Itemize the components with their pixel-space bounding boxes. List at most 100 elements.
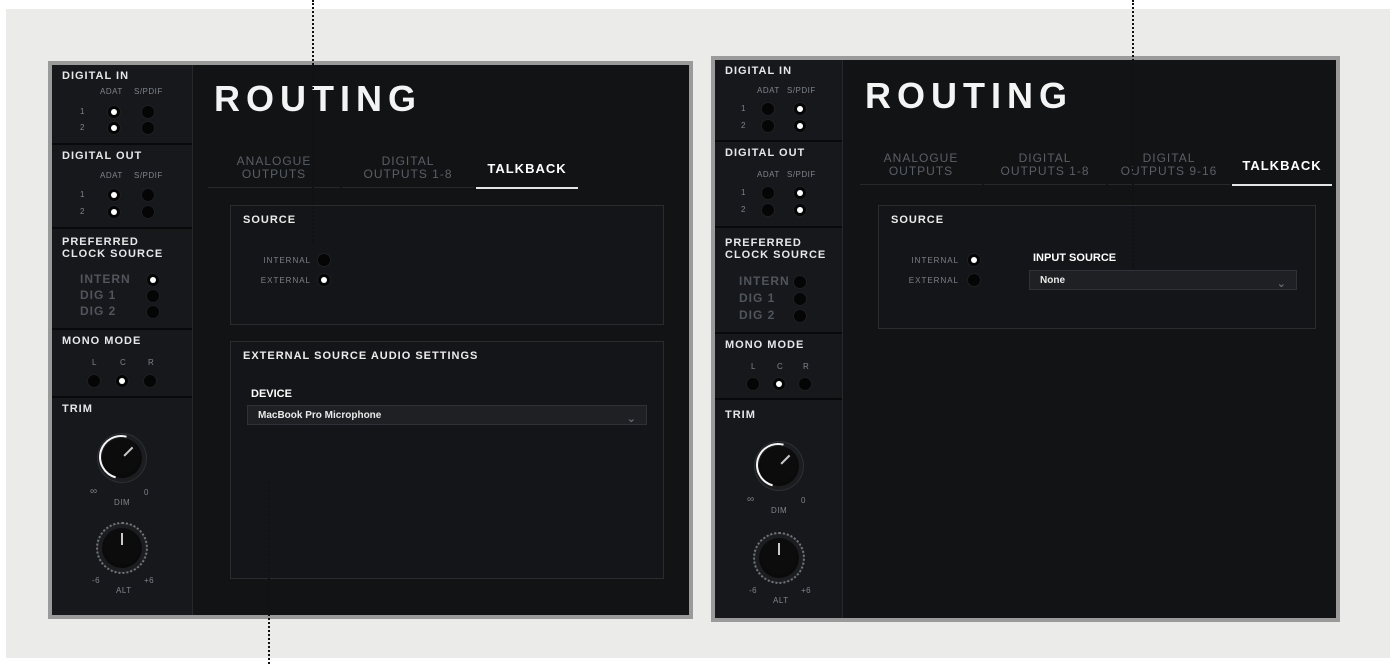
source-box: SOURCE INTERNAL EXTERNAL bbox=[230, 205, 664, 325]
mono-c-radio[interactable] bbox=[772, 377, 786, 391]
dim-label: DIM bbox=[114, 498, 131, 507]
page-title: ROUTING bbox=[214, 78, 422, 119]
mono-c-radio[interactable] bbox=[115, 374, 129, 388]
alt-knob[interactable] bbox=[753, 532, 805, 584]
sidebar: DIGITAL IN ADAT S/PDIF 1 2 DIGITAL OUT A… bbox=[715, 60, 843, 618]
external-radio[interactable] bbox=[317, 273, 331, 287]
sidebar: DIGITAL IN ADAT S/PDIF 1 2 DIGITAL OUT A… bbox=[52, 65, 193, 615]
digital-out-1-adat-radio[interactable] bbox=[107, 188, 121, 202]
device-select-value: MacBook Pro Microphone bbox=[258, 410, 382, 421]
digital-in-section: DIGITAL IN ADAT S/PDIF 1 2 bbox=[52, 65, 192, 145]
row-1-label: 1 bbox=[741, 188, 746, 197]
mono-l-label: L bbox=[92, 358, 97, 367]
external-settings-title: EXTERNAL SOURCE AUDIO SETTINGS bbox=[243, 350, 479, 362]
digital-in-1-adat-radio[interactable] bbox=[107, 105, 121, 119]
mono-mode-section: MONO MODE L C R bbox=[715, 334, 842, 400]
digital-out-2-adat-radio[interactable] bbox=[761, 203, 775, 217]
digital-out-1-spdif-radio[interactable] bbox=[793, 186, 807, 200]
tab-digital-outputs-9-16[interactable]: DIGITAL OUTPUTS 9-16 bbox=[1108, 146, 1230, 185]
input-source-value: None bbox=[1040, 275, 1065, 286]
trim-title: TRIM bbox=[725, 409, 756, 421]
mono-mode-title: MONO MODE bbox=[62, 335, 142, 347]
clock-dig2-label: DIG 2 bbox=[739, 308, 776, 322]
clock-title-line1: PREFERRED bbox=[62, 236, 139, 248]
external-label: EXTERNAL bbox=[908, 276, 959, 285]
row-1-label: 1 bbox=[80, 190, 85, 199]
dim-max-label: 0 bbox=[801, 496, 806, 505]
clock-title-line2: CLOCK SOURCE bbox=[62, 248, 164, 260]
tab-talkback[interactable]: TALKBACK bbox=[476, 149, 578, 189]
mono-r-radio[interactable] bbox=[798, 377, 812, 391]
digital-out-1-spdif-radio[interactable] bbox=[141, 188, 155, 202]
clock-intern-radio[interactable] bbox=[793, 275, 807, 289]
digital-out-2-spdif-radio[interactable] bbox=[793, 203, 807, 217]
digital-in-2-adat-radio[interactable] bbox=[761, 119, 775, 133]
spdif-label: S/PDIF bbox=[134, 171, 163, 180]
row-1-label: 1 bbox=[741, 104, 746, 113]
digital-out-1-adat-radio[interactable] bbox=[761, 186, 775, 200]
trim-title: TRIM bbox=[62, 403, 93, 415]
digital-in-section: DIGITAL IN ADAT S/PDIF 1 2 bbox=[715, 60, 842, 142]
row-2-label: 2 bbox=[741, 205, 746, 214]
device-label: DEVICE bbox=[251, 388, 292, 400]
external-radio[interactable] bbox=[967, 273, 981, 287]
mono-r-radio[interactable] bbox=[143, 374, 157, 388]
callout-line-right bbox=[1132, 0, 1134, 268]
dim-label: DIM bbox=[771, 506, 788, 515]
tab-analogue-outputs[interactable]: ANALOGUE OUTPUTS bbox=[208, 149, 340, 188]
digital-in-1-spdif-radio[interactable] bbox=[141, 105, 155, 119]
digital-in-1-spdif-radio[interactable] bbox=[793, 102, 807, 116]
clock-intern-radio[interactable] bbox=[146, 273, 160, 287]
alt-max-label: +6 bbox=[144, 576, 155, 585]
digital-in-2-spdif-radio[interactable] bbox=[141, 121, 155, 135]
routing-panel-left: DIGITAL IN ADAT S/PDIF 1 2 DIGITAL OUT A… bbox=[48, 61, 693, 619]
tab-talkback[interactable]: TALKBACK bbox=[1232, 146, 1332, 186]
clock-dig2-radio[interactable] bbox=[146, 305, 160, 319]
clock-source-section: PREFERRED CLOCK SOURCE INTERN DIG 1 DIG … bbox=[715, 228, 842, 334]
clock-dig2-radio[interactable] bbox=[793, 309, 807, 323]
callout-line-left-bottom bbox=[268, 482, 270, 664]
clock-title-line1: PREFERRED bbox=[725, 237, 802, 249]
clock-dig1-label: DIG 1 bbox=[739, 291, 776, 305]
clock-source-section: PREFERRED CLOCK SOURCE INTERN DIG 1 DIG … bbox=[52, 229, 192, 330]
input-source-label: INPUT SOURCE bbox=[1033, 252, 1117, 264]
input-source-select[interactable]: None ⌄ bbox=[1029, 270, 1297, 290]
panel-inner: DIGITAL IN ADAT S/PDIF 1 2 DIGITAL OUT A… bbox=[52, 65, 689, 615]
internal-radio[interactable] bbox=[967, 253, 981, 267]
adat-label: ADAT bbox=[100, 171, 123, 180]
digital-in-2-spdif-radio[interactable] bbox=[793, 119, 807, 133]
digital-out-2-spdif-radio[interactable] bbox=[141, 205, 155, 219]
clock-intern-label: INTERN bbox=[739, 274, 790, 288]
digital-out-section: DIGITAL OUT ADAT S/PDIF 1 2 bbox=[52, 145, 192, 229]
digital-in-2-adat-radio[interactable] bbox=[107, 121, 121, 135]
digital-out-title: DIGITAL OUT bbox=[725, 147, 806, 159]
device-select[interactable]: MacBook Pro Microphone ⌄ bbox=[247, 405, 647, 425]
row-2-label: 2 bbox=[741, 121, 746, 130]
alt-label: ALT bbox=[116, 586, 132, 595]
internal-label: INTERNAL bbox=[911, 256, 959, 265]
source-title: SOURCE bbox=[243, 214, 297, 226]
clock-dig1-radio[interactable] bbox=[146, 289, 160, 303]
dim-min-label: ∞ bbox=[747, 494, 755, 505]
panel-inner: DIGITAL IN ADAT S/PDIF 1 2 DIGITAL OUT A… bbox=[715, 60, 1336, 618]
digital-in-1-adat-radio[interactable] bbox=[761, 102, 775, 116]
tab-analogue-outputs[interactable]: ANALOGUE OUTPUTS bbox=[860, 146, 982, 185]
dim-knob[interactable] bbox=[102, 438, 142, 478]
mono-c-label: C bbox=[120, 358, 127, 367]
adat-label: ADAT bbox=[100, 87, 123, 96]
row-1-label: 1 bbox=[80, 107, 85, 116]
tab-digital-outputs-1-8[interactable]: DIGITAL OUTPUTS 1-8 bbox=[984, 146, 1106, 185]
alt-knob[interactable] bbox=[96, 522, 148, 574]
row-2-label: 2 bbox=[80, 123, 85, 132]
mono-l-radio[interactable] bbox=[746, 377, 760, 391]
digital-out-2-adat-radio[interactable] bbox=[107, 205, 121, 219]
internal-radio[interactable] bbox=[317, 253, 331, 267]
dim-knob-pointer bbox=[123, 446, 134, 457]
mono-l-radio[interactable] bbox=[87, 374, 101, 388]
tab-digital-outputs-1-8[interactable]: DIGITAL OUTPUTS 1-8 bbox=[342, 149, 474, 188]
dim-knob[interactable] bbox=[759, 446, 799, 486]
digital-out-title: DIGITAL OUT bbox=[62, 150, 143, 162]
trim-section: TRIM ∞ 0 DIM -6 +6 ALT bbox=[715, 400, 842, 610]
clock-dig1-radio[interactable] bbox=[793, 292, 807, 306]
alt-label: ALT bbox=[773, 596, 789, 605]
